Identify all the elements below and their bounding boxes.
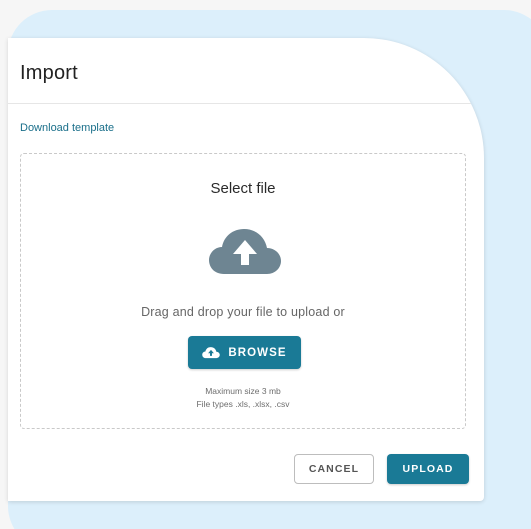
file-dropzone[interactable]: Select file Drag and drop your file to u… <box>20 153 466 429</box>
cancel-button[interactable]: CANCEL <box>294 454 374 484</box>
screen: Import Download template Select file Dra… <box>0 0 531 529</box>
upload-button[interactable]: UPLOAD <box>387 454 469 484</box>
browse-cloud-icon <box>202 347 221 359</box>
drag-drop-hint: Drag and drop your file to upload or <box>141 305 345 319</box>
browse-button[interactable]: BROWSE <box>188 336 301 369</box>
browse-label: BROWSE <box>228 346 287 359</box>
cloud-upload-icon <box>208 226 282 276</box>
download-template-link[interactable]: Download template <box>20 122 114 134</box>
max-size-note: Maximum size 3 mb <box>205 386 281 396</box>
file-types-note: File types .xls, .xlsx, .csv <box>196 399 290 409</box>
dialog-title: Import <box>20 62 78 84</box>
title-divider <box>8 103 484 104</box>
dropzone-title: Select file <box>210 180 276 197</box>
import-dialog: Import Download template Select file Dra… <box>8 38 484 501</box>
